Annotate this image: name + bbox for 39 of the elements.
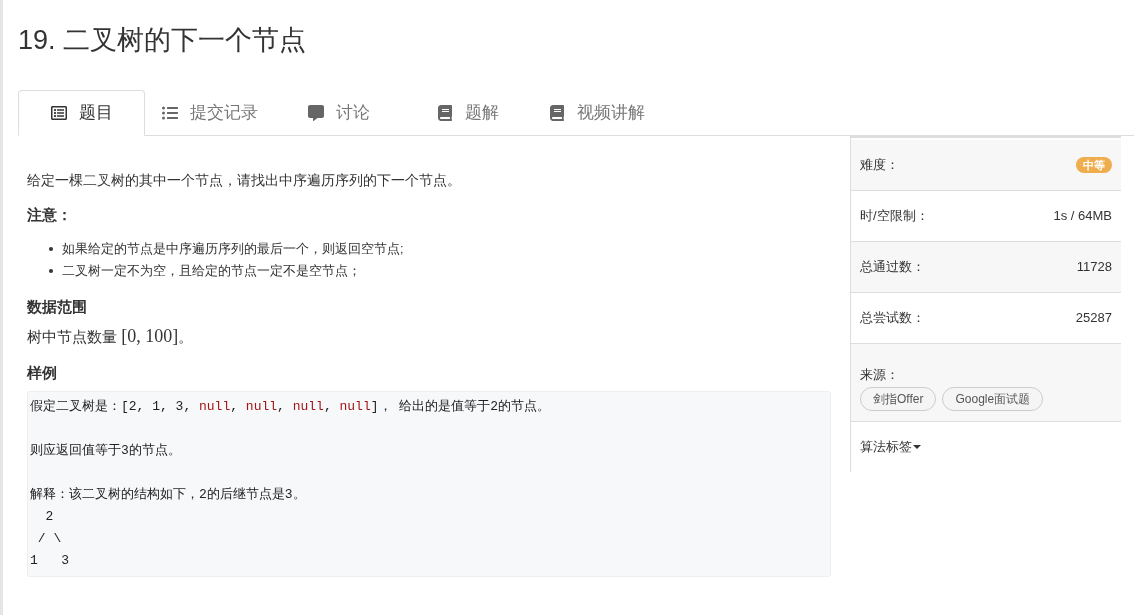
book-icon [548, 105, 565, 121]
note-text: 二叉树一定不为空，且给定的节点一定不是空节点； [62, 262, 361, 280]
info-label: 总通过数： [860, 258, 925, 277]
section-heading: 注意： [27, 205, 73, 225]
code-line: 2 [44, 508, 55, 526]
info-label: 总尝试数： [860, 309, 925, 328]
code-line: 则应返回值等于3的节点。 [30, 442, 182, 460]
info-label: 难度： [860, 156, 899, 175]
document-icon [50, 105, 67, 121]
info-label: 来源： [860, 367, 899, 382]
info-value: 11728 [1076, 258, 1112, 277]
info-value: 25287 [1075, 309, 1112, 328]
book-icon [436, 105, 453, 121]
tab[interactable]: 题解 [403, 90, 532, 136]
range-text: 树中节点数量 [0, 100]。 [27, 325, 195, 348]
tab[interactable]: 讨论 [274, 90, 403, 136]
source-tag[interactable]: Google面试题 [942, 387, 1044, 411]
problem-title: 19. 二叉树的下一个节点 [18, 24, 307, 56]
note-text: 如果给定的节点是中序遍历序列的最后一个，则返回空节点; [62, 240, 404, 258]
source-tag[interactable]: 剑指Offer [860, 387, 937, 411]
bullet-icon [49, 269, 53, 273]
bullet-icon [49, 247, 53, 251]
section-heading: 数据范围 [27, 297, 88, 317]
list-icon [161, 105, 178, 121]
tab[interactable]: 题目 [18, 90, 145, 136]
caret-icon [913, 445, 921, 449]
tab[interactable]: 视频讲解 [532, 90, 661, 136]
info-value: 1s / 64MB [1053, 207, 1112, 226]
tags-dropdown[interactable]: 算法标签 [860, 437, 921, 457]
code-line: 假定二叉树是：[2, 1, 3, null, null, null, null]， 给出的是值等于2的节点。 [30, 398, 552, 416]
code-line: 解释：该二叉树的结构如下，2的后继节点是3。 [30, 486, 307, 504]
difficulty-badge: 中等 [1076, 157, 1112, 173]
code-line: / \ [36, 530, 63, 548]
code-line: 1 3 [30, 552, 70, 570]
problem-description: 给定一棵二叉树的其中一个节点，请找出中序遍历序列的下一个节点。 [27, 171, 462, 190]
info-label: 时/空限制： [860, 207, 929, 226]
tab[interactable]: 提交记录 [145, 90, 274, 136]
section-heading: 样例 [27, 363, 58, 383]
comment-icon [307, 105, 324, 121]
